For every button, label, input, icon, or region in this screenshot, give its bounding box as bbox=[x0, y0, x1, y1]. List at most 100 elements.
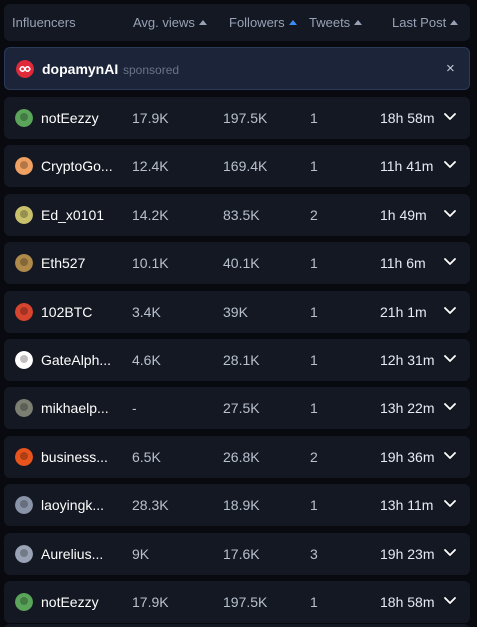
avatar-face bbox=[20, 258, 28, 266]
chevron-down-icon[interactable] bbox=[444, 209, 456, 219]
tweets-value: 1 bbox=[310, 400, 318, 416]
table-row[interactable]: mikhaelp... - 27.5K 1 13h 22m bbox=[4, 387, 470, 429]
last-post-value: 19h 23m bbox=[380, 546, 435, 562]
header-avg-views[interactable]: Avg. views bbox=[133, 15, 207, 30]
chevron-down-icon[interactable] bbox=[444, 354, 456, 364]
table-row[interactable]: notEezzy 17.9K 197.5K 1 18h 58m bbox=[4, 97, 470, 139]
last-post-value: 18h 58m bbox=[380, 110, 435, 126]
avatar bbox=[15, 351, 33, 369]
avatar-face bbox=[20, 210, 28, 218]
avatar-face bbox=[20, 500, 28, 508]
last-post-value: 18h 58m bbox=[380, 594, 435, 610]
chevron-down-icon[interactable] bbox=[444, 160, 456, 170]
sort-up-icon bbox=[354, 20, 363, 25]
dopamyn-logo-icon bbox=[16, 60, 34, 78]
chevron-down-icon[interactable] bbox=[444, 306, 456, 316]
avatar bbox=[15, 254, 33, 272]
avg-views-value: 6.5K bbox=[132, 449, 161, 465]
header-influencers-label: Influencers bbox=[12, 15, 76, 30]
table-row[interactable]: Aurelius... 9K 17.6K 3 19h 23m bbox=[4, 533, 470, 575]
tweets-value: 1 bbox=[310, 255, 318, 271]
tweets-value: 1 bbox=[310, 110, 318, 126]
avatar bbox=[15, 448, 33, 466]
avatar bbox=[15, 545, 33, 563]
influencer-name[interactable]: CryptoGo... bbox=[41, 158, 113, 174]
influencer-name[interactable]: Ed_x0101 bbox=[41, 207, 104, 223]
header-avg-views-label: Avg. views bbox=[133, 15, 195, 30]
influencer-name[interactable]: Eth527 bbox=[41, 255, 85, 271]
tweets-value: 3 bbox=[310, 546, 318, 562]
sponsored-tag: sponsored bbox=[123, 63, 180, 77]
avatar-face bbox=[20, 597, 28, 605]
followers-value: 197.5K bbox=[223, 110, 268, 126]
table-row[interactable]: notEezzy 17.9K 197.5K 1 18h 58m bbox=[4, 581, 470, 623]
followers-value: 83.5K bbox=[223, 207, 260, 223]
avatar bbox=[15, 496, 33, 514]
avatar-image bbox=[15, 448, 33, 466]
header-tweets[interactable]: Tweets bbox=[309, 15, 363, 30]
header-last-post-label: Last Post bbox=[392, 15, 447, 30]
followers-value: 18.9K bbox=[223, 497, 260, 513]
avatar-face bbox=[20, 161, 28, 169]
chevron-down-icon[interactable] bbox=[444, 257, 456, 267]
table-row[interactable]: Ed_x0101 14.2K 83.5K 2 1h 49m bbox=[4, 194, 470, 236]
influencer-name[interactable]: notEezzy bbox=[41, 110, 99, 126]
avatar-image bbox=[15, 303, 33, 321]
avatar bbox=[15, 593, 33, 611]
avatar bbox=[15, 109, 33, 127]
avatar-face bbox=[20, 307, 28, 315]
chevron-down-icon[interactable] bbox=[444, 548, 456, 558]
influencer-name[interactable]: laoyingk... bbox=[41, 497, 104, 513]
avatar-image bbox=[15, 351, 33, 369]
header-followers-label: Followers bbox=[229, 15, 285, 30]
table-row[interactable]: 102BTC 3.4K 39K 1 21h 1m bbox=[4, 291, 470, 333]
influencer-name[interactable]: Aurelius... bbox=[41, 546, 103, 562]
avg-views-value: 3.4K bbox=[132, 304, 161, 320]
sort-up-icon bbox=[450, 20, 459, 25]
chevron-down-icon[interactable] bbox=[444, 451, 456, 461]
chevron-down-icon[interactable] bbox=[444, 402, 456, 412]
tweets-value: 1 bbox=[310, 304, 318, 320]
table-row[interactable]: Eth527 10.1K 40.1K 1 11h 6m bbox=[4, 242, 470, 284]
influencer-name[interactable]: mikhaelp... bbox=[41, 400, 109, 416]
last-post-value: 1h 49m bbox=[380, 207, 427, 223]
influencer-name[interactable]: business... bbox=[41, 449, 108, 465]
avg-views-value: 17.9K bbox=[132, 110, 169, 126]
chevron-down-icon[interactable] bbox=[444, 112, 456, 122]
header-last-post[interactable]: Last Post bbox=[392, 15, 459, 30]
chevron-down-icon[interactable] bbox=[444, 596, 456, 606]
followers-value: 26.8K bbox=[223, 449, 260, 465]
avatar bbox=[15, 399, 33, 417]
avg-views-value: 12.4K bbox=[132, 158, 169, 174]
avatar bbox=[15, 206, 33, 224]
tweets-value: 1 bbox=[310, 158, 318, 174]
chevron-down-icon[interactable] bbox=[444, 499, 456, 509]
avatar-face bbox=[20, 113, 28, 121]
last-post-value: 12h 31m bbox=[380, 352, 435, 368]
avatar-face bbox=[20, 549, 28, 557]
avg-views-value: 9K bbox=[132, 546, 150, 562]
avatar-image bbox=[15, 399, 33, 417]
avatar-face bbox=[20, 452, 28, 460]
influencer-name[interactable]: notEezzy bbox=[41, 594, 99, 610]
header-influencers[interactable]: Influencers bbox=[12, 15, 76, 30]
last-post-value: 21h 1m bbox=[380, 304, 427, 320]
avatar-face bbox=[20, 403, 28, 411]
followers-value: 169.4K bbox=[223, 158, 268, 174]
table-row[interactable]: CryptoGo... 12.4K 169.4K 1 11h 41m bbox=[4, 145, 470, 187]
last-post-value: 11h 41m bbox=[380, 158, 434, 174]
avatar-image bbox=[15, 206, 33, 224]
followers-value: 39K bbox=[223, 304, 248, 320]
avatar-image bbox=[15, 593, 33, 611]
close-icon[interactable]: × bbox=[446, 60, 455, 77]
header-followers[interactable]: Followers bbox=[229, 15, 297, 30]
table-row[interactable]: GateAlph... 4.6K 28.1K 1 12h 31m bbox=[4, 339, 470, 381]
table-row[interactable]: laoyingk... 28.3K 18.9K 1 13h 11m bbox=[4, 484, 470, 526]
avg-views-value: 10.1K bbox=[132, 255, 169, 271]
avatar-image bbox=[15, 157, 33, 175]
influencer-name[interactable]: 102BTC bbox=[41, 304, 92, 320]
sponsored-row[interactable]: dopamynAI sponsored × bbox=[4, 47, 470, 90]
influencer-name[interactable]: GateAlph... bbox=[41, 352, 111, 368]
sponsored-name[interactable]: dopamynAI bbox=[42, 61, 118, 77]
table-row[interactable]: business... 6.5K 26.8K 2 19h 36m bbox=[4, 436, 470, 478]
